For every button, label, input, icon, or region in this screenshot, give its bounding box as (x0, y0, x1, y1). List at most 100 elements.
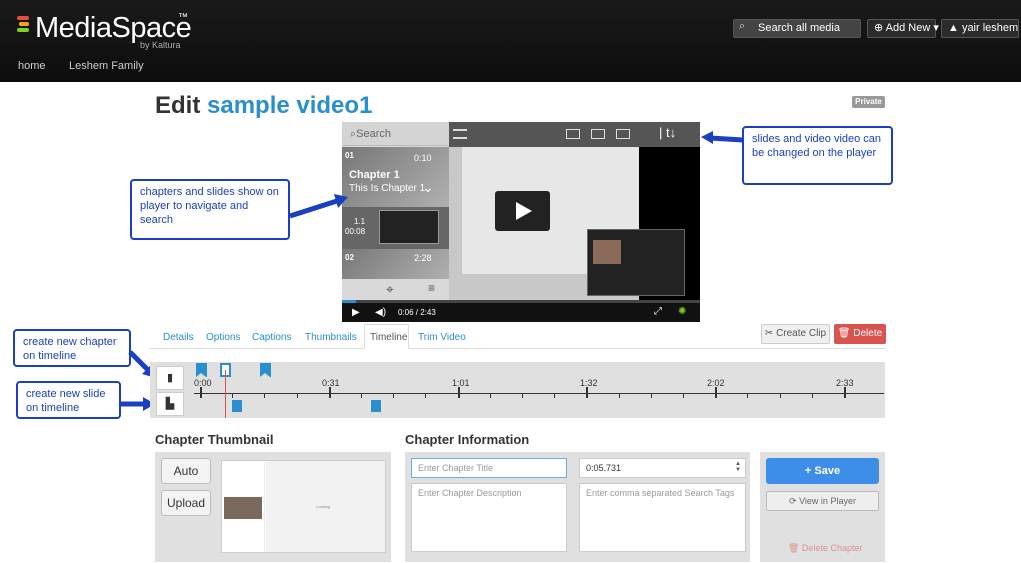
add-chapter-button[interactable]: ▮ (156, 366, 184, 390)
layout-single-icon[interactable] (616, 129, 630, 139)
tab-thumbnails[interactable]: Thumbnails (305, 332, 357, 343)
timeline-tick (554, 393, 556, 398)
by-kaltura: by Kaltura (140, 40, 181, 50)
menu-icon[interactable] (453, 129, 467, 139)
time-stepper-icon[interactable]: ▲ ▼ (735, 461, 741, 473)
nav-home[interactable]: home (18, 60, 46, 72)
upload-button[interactable]: Upload (161, 490, 211, 516)
chapter-marker-icon[interactable] (260, 363, 271, 377)
timeline-tick (779, 393, 781, 398)
view-in-player-button[interactable]: ⟳ View in Player (766, 491, 879, 511)
auto-button[interactable]: Auto (161, 458, 211, 484)
thumbnail-image (224, 497, 262, 519)
chapter-index: 02 (345, 253, 354, 262)
volume-icon[interactable]: ◀) (375, 307, 386, 318)
timeline-tick (264, 393, 266, 398)
search-icon[interactable]: ⌕ (739, 21, 749, 32)
user-menu-button[interactable]: ▲ yair leshem ▾ (941, 19, 1021, 38)
thumbnail-preview: Loading (221, 460, 386, 553)
pip-thumbnail (593, 240, 621, 264)
delete-button[interactable]: 🗑 Delete (834, 324, 886, 344)
timeline-tick (811, 393, 813, 398)
tab-details[interactable]: Details (163, 332, 194, 343)
slide-marker-icon[interactable] (232, 400, 242, 412)
nav-leshem-family[interactable]: Leshem Family (69, 60, 144, 72)
timeline-tick (618, 393, 620, 398)
timeline-label: 1:01 (452, 378, 470, 388)
timeline-major-tick (586, 387, 589, 398)
timeline-tick (650, 393, 652, 398)
timeline-tick (232, 393, 234, 398)
slide-marker-icon[interactable] (371, 400, 381, 412)
timeline-tick (683, 393, 684, 398)
timeline-major-tick (844, 387, 846, 398)
chapter-marker-icon[interactable] (196, 363, 207, 377)
progress-bar[interactable] (342, 300, 700, 303)
chapter-time-input[interactable]: 0:05.731 (579, 458, 746, 478)
tab-options[interactable]: Options (206, 332, 240, 343)
annotation-slides-video: slides and video video can be changed on… (742, 126, 893, 185)
timeline-tick (425, 393, 427, 398)
slide-thumbnail (379, 210, 439, 244)
timeline-label: 0:31 (322, 378, 340, 388)
slide-index: 1.1 (354, 217, 366, 226)
timeline-label: 1:32 (580, 378, 598, 388)
chapter-info-heading: Chapter Information (405, 432, 530, 447)
secondary-view[interactable] (587, 229, 685, 296)
switch-view-icon[interactable]: | t↓ (659, 125, 676, 140)
timeline-tick (296, 393, 298, 398)
timeline-tick (393, 393, 395, 398)
layout-pip-icon[interactable] (566, 129, 580, 139)
timeline-major-tick (200, 387, 202, 398)
kaltura-icon[interactable]: ✺ (678, 306, 686, 317)
add-slide-button[interactable]: ▙ (156, 392, 184, 416)
control-bar: ▶ ◀) 0:06 / 2:43 ⤢ ✺ (342, 300, 700, 322)
chapters-sidebar[interactable]: ⌕Search 01 0:10 Chapter 1 This Is Chapte… (342, 122, 449, 300)
annotation-chapters-slides: chapters and slides show on player to na… (130, 179, 290, 240)
delete-chapter-link[interactable]: 🗑 Delete Chapter (788, 543, 862, 554)
tab-captions[interactable]: Captions (252, 332, 291, 343)
sidebar-footer: ⌖ ≡ (342, 279, 449, 300)
tab-timeline[interactable]: Timeline (364, 324, 409, 349)
page-title: Edit sample video1 (155, 92, 372, 120)
search-tags-input[interactable]: Enter comma separated Search Tags (579, 483, 746, 552)
timeline-label: 2:02 (707, 378, 725, 388)
chapter-item-2[interactable]: 02 2:28 (342, 249, 449, 279)
chapter-item-1[interactable]: 01 0:10 Chapter 1 This Is Chapter 1 ⌄ (342, 147, 449, 207)
chapter-title: Chapter 1 (349, 169, 400, 181)
chapter-title-input[interactable]: Enter Chapter Title (411, 458, 567, 478)
chapter-index: 01 (345, 151, 354, 160)
timeline-major-tick (457, 387, 460, 398)
timeline-major-tick (328, 387, 331, 398)
chapter-subtitle: This Is Chapter 1 (349, 183, 426, 194)
chapter-search[interactable]: ⌕Search (342, 122, 449, 146)
layout-side-by-side-icon[interactable] (591, 129, 605, 139)
fullscreen-icon[interactable]: ⤢ (654, 306, 662, 317)
create-clip-button[interactable]: ✂ Create Clip (761, 324, 830, 344)
video-player[interactable]: | t↓ ⌕Search 01 0:10 Chapter 1 This Is C… (342, 122, 700, 322)
timeline-major-tick (715, 387, 718, 398)
target-icon[interactable]: ⌖ (386, 281, 394, 298)
chapter-description-input[interactable]: Enter Chapter Description (411, 483, 567, 552)
play-control-icon[interactable]: ▶ (352, 307, 360, 318)
save-button[interactable]: + Save (766, 458, 879, 484)
sort-icon[interactable]: ≡ (428, 281, 435, 295)
search-input[interactable]: Search all media (733, 19, 861, 38)
playhead[interactable] (225, 370, 226, 418)
timeline-label: 0:00 (194, 378, 212, 388)
timeline-tick (522, 393, 523, 398)
slide-time: 00:08 (345, 227, 366, 236)
chevron-down-icon[interactable]: ⌄ (422, 179, 434, 196)
annotation-arrow (701, 131, 744, 144)
privacy-badge: Private (852, 96, 885, 108)
title-prefix: Edit (155, 92, 207, 119)
tab-trim-video[interactable]: Trim Video (418, 332, 466, 343)
play-button[interactable] (495, 191, 550, 231)
annotation-arrow (289, 194, 348, 219)
thumbnail-slide: Loading (266, 461, 385, 552)
annotation-new-chapter: create new chapter on timeline (13, 329, 131, 367)
chapter-thumbnail-heading: Chapter Thumbnail (155, 432, 274, 447)
tab-bar-line (150, 348, 885, 349)
slide-item-1[interactable]: 1.1 00:08 (342, 207, 449, 249)
add-new-button[interactable]: ⊕ Add New ▾ (867, 19, 939, 38)
